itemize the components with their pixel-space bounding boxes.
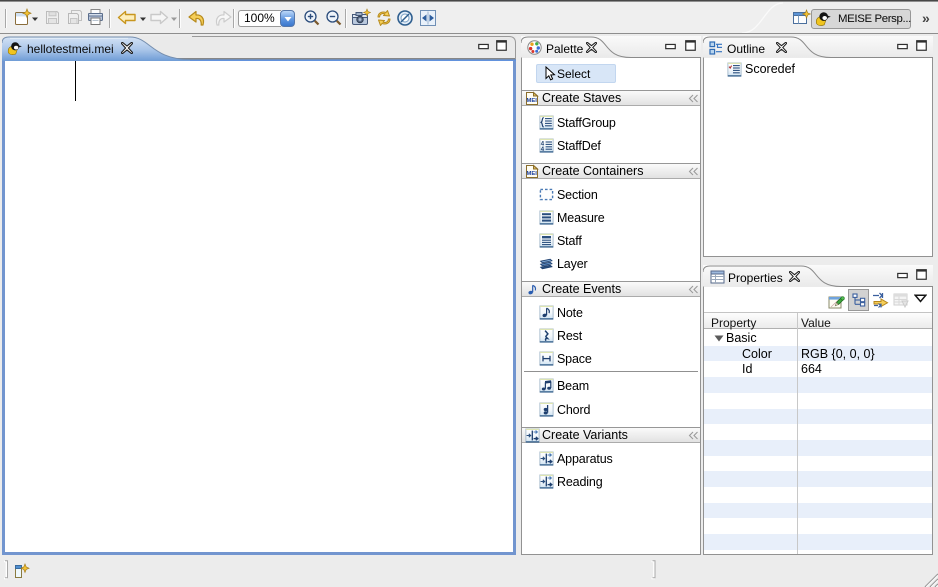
svg-text:MEI: MEI xyxy=(527,171,538,177)
svg-text:MEI: MEI xyxy=(527,98,538,104)
